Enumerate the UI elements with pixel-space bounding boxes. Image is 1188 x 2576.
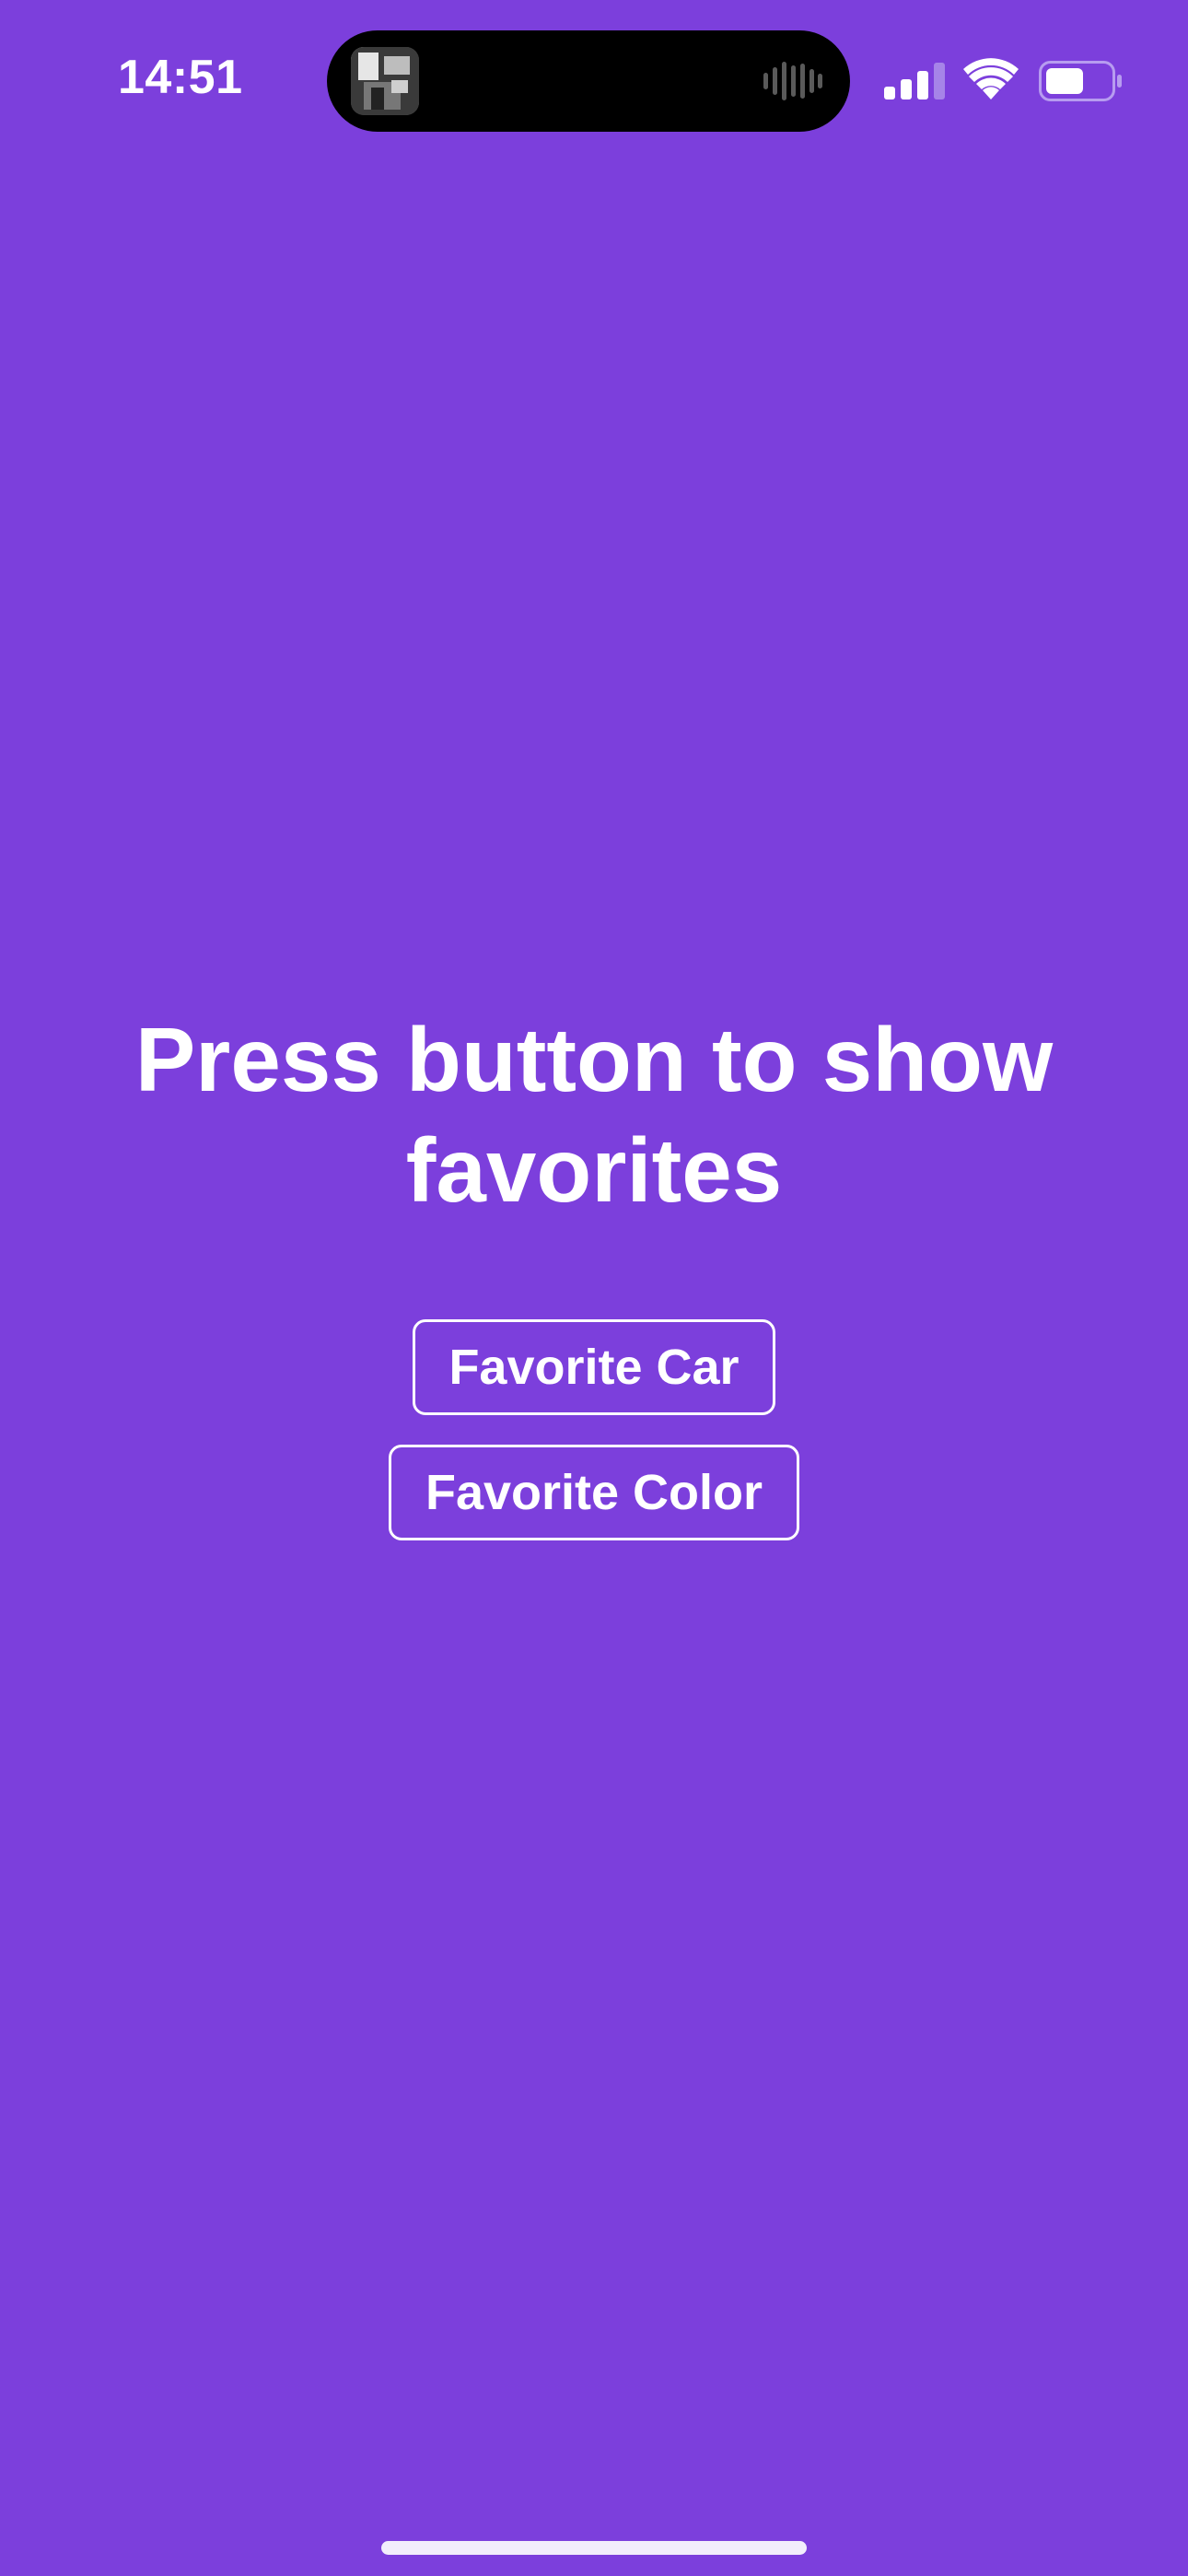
battery-icon	[1039, 61, 1124, 106]
favorite-color-button[interactable]: Favorite Color	[389, 1445, 799, 1540]
album-art-icon[interactable]	[351, 47, 419, 115]
dynamic-island[interactable]	[327, 30, 850, 132]
home-indicator[interactable]	[381, 2541, 807, 2555]
favorite-car-button[interactable]: Favorite Car	[413, 1319, 775, 1415]
status-time: 14:51	[118, 51, 243, 104]
status-bar: 14:51	[0, 0, 1188, 157]
wifi-icon	[963, 57, 1019, 104]
main-content: Press button to show favorites Favorite …	[0, 1004, 1188, 1540]
cellular-signal-icon	[884, 63, 947, 104]
page-title: Press button to show favorites	[134, 1009, 1054, 1221]
audio-waveform-icon	[763, 62, 822, 100]
